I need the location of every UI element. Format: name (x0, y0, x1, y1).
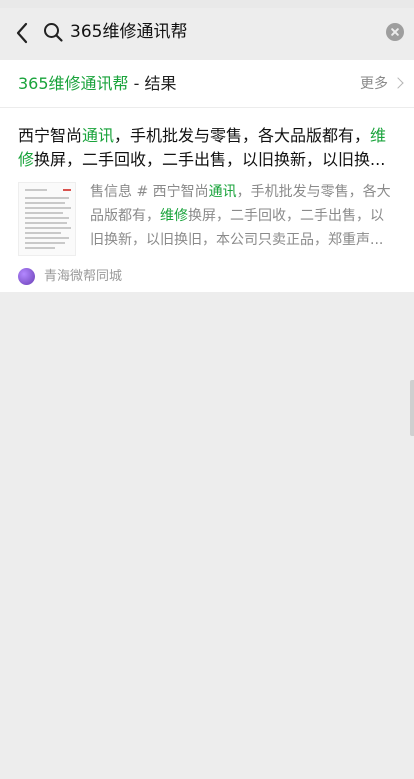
result-title-segment: 西宁智尚 (18, 126, 83, 145)
clear-icon[interactable] (386, 23, 404, 41)
result-title[interactable]: 西宁智尚通讯，手机批发与零售，各大品版都有，维修换屏，二手回收，二手出售，以旧换… (18, 124, 398, 172)
result-thumbnail (18, 182, 76, 256)
result-item[interactable]: 西宁智尚通讯，手机批发与零售，各大品版都有，维修换屏，二手回收，二手出售，以旧换… (0, 108, 414, 292)
results-card: 365维修通讯帮 - 结果 更多 西宁智尚通讯，手机批发与零售，各大品版都有，维… (0, 60, 414, 292)
result-title-segment: ，手机批发与零售，各大品版都有， (114, 126, 371, 145)
result-snippet: 售信息 # 西宁智尚通讯，手机批发与零售，各大品版都有，维修换屏，二手回收，二手… (90, 180, 396, 252)
search-bar (0, 8, 414, 58)
more-link[interactable]: 更多 (360, 74, 404, 94)
section-title-suffix: - 结果 (128, 74, 177, 93)
back-chevron-icon (16, 22, 28, 44)
section-header: 365维修通讯帮 - 结果 更多 (0, 60, 414, 108)
edge-handle[interactable] (410, 380, 414, 436)
section-title-query: 365维修通讯帮 (18, 74, 129, 93)
source-name: 青海微帮同城 (44, 269, 123, 284)
search-input[interactable] (70, 18, 370, 46)
result-snippet-segment: 维修 (160, 208, 188, 224)
result-source[interactable]: 青海微帮同城 (18, 266, 318, 288)
section-title: 365维修通讯帮 - 结果 (18, 73, 177, 95)
more-label: 更多 (360, 76, 388, 92)
chevron-right-icon (392, 77, 404, 89)
result-title-segment: 换屏，二手回收，二手出售，以旧换新，以旧换... (34, 150, 386, 169)
search-icon (42, 21, 64, 43)
back-button[interactable] (12, 20, 34, 46)
result-title-segment: 通讯 (82, 126, 115, 145)
result-snippet-segment: 售信息 # 西宁智尚 (90, 184, 209, 200)
result-snippet-segment: 通讯 (208, 184, 237, 200)
status-bar (0, 0, 414, 8)
source-avatar (18, 268, 35, 285)
